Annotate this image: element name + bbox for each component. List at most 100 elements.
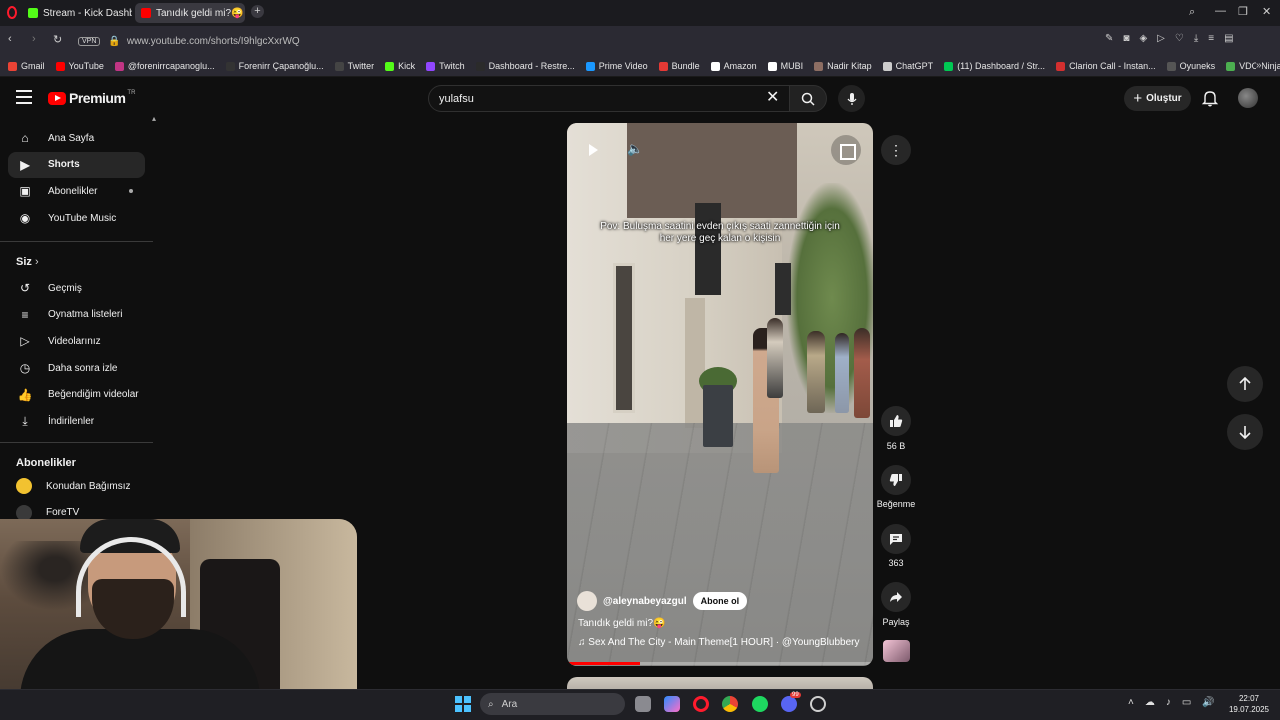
video-title[interactable]: Tanıdık geldi mi?😜 (578, 618, 666, 629)
bookmark-item[interactable]: Gmail (8, 61, 45, 71)
bookmark-item[interactable]: ChatGPT (882, 61, 933, 71)
volume-icon[interactable]: 🔈 (627, 141, 643, 157)
bookmark-item[interactable]: Forenirr Çapanoğlu... (225, 61, 324, 71)
taskbar-clock[interactable]: 22:07 19.07.2025 (1224, 693, 1274, 715)
section-you[interactable]: Siz › (16, 256, 39, 268)
shorts-video-player[interactable]: Pov: Buluşma saatini evden çıkış saati z… (567, 123, 873, 666)
minimize-icon[interactable]: — (1215, 5, 1226, 17)
sidebar-item[interactable]: ▶ Shorts (8, 151, 145, 178)
sidebar-item[interactable]: ▷ Videolarınız (8, 328, 145, 354)
previous-short-button[interactable] (1227, 366, 1263, 402)
app-icon[interactable] (810, 696, 826, 712)
hamburger-menu-icon[interactable] (16, 90, 32, 104)
sidebar-scroll-up-icon[interactable]: ▴ (152, 114, 156, 123)
discord-icon[interactable] (781, 696, 797, 712)
bookmarks-more-icon[interactable]: » (1256, 60, 1262, 71)
bookmark-item[interactable]: Kick (385, 61, 415, 71)
sidebar-item[interactable]: ⌂ Ana Sayfa (8, 125, 145, 151)
url-text: www.youtube.com/shorts/I9hlgcXxrWQ (126, 35, 300, 47)
clear-search-icon[interactable]: ✕ (766, 90, 782, 106)
tray-mic-icon[interactable]: ♪ (1166, 697, 1171, 708)
tray-volume-icon[interactable]: 🔊 (1202, 697, 1214, 708)
search-input[interactable]: yulafsu (428, 85, 790, 112)
taskbar-search[interactable]: ⌕ Ara (480, 693, 625, 715)
close-window-icon[interactable]: ✕ (1262, 5, 1271, 18)
search-tabs-icon[interactable]: ⌕ (1189, 6, 1195, 19)
download-icon[interactable]: ⤓ (1194, 33, 1198, 44)
bookmark-label: Kick (398, 61, 416, 71)
task-view-icon[interactable] (635, 696, 651, 712)
bookmark-item[interactable]: Dashboard - Restre... (475, 61, 575, 71)
opera-logo[interactable] (7, 6, 17, 19)
sidebar-item[interactable]: ≡ Oynatma listeleri (8, 302, 145, 328)
tray-chevron-icon[interactable]: ˄ (1128, 697, 1134, 708)
account-avatar[interactable] (1238, 88, 1258, 108)
bookmark-item[interactable]: YouTube (55, 61, 104, 71)
more-options-button[interactable]: ⋮ (881, 135, 911, 165)
playlists-icon: ≡ (21, 307, 29, 322)
bookmark-item[interactable]: Clarion Call - Instan... (1056, 61, 1156, 71)
bookmark-item[interactable]: Twitch (426, 61, 465, 71)
play-icon[interactable]: ▷ (1157, 33, 1165, 44)
notifications-button[interactable] (1200, 88, 1220, 108)
tray-display-icon[interactable]: ▭ (1182, 697, 1191, 708)
menu-icon[interactable]: ≡ (1208, 33, 1214, 44)
channel-name[interactable]: @aleynabeyazgul (603, 596, 687, 607)
like-button[interactable] (881, 406, 911, 436)
fullscreen-button[interactable] (831, 135, 861, 165)
copilot-icon[interactable] (664, 696, 680, 712)
bookmark-item[interactable]: MUBI (767, 61, 803, 71)
sound-thumbnail[interactable] (883, 640, 910, 662)
back-icon[interactable]: ‹ (8, 33, 12, 45)
bookmark-item[interactable]: Amazon (710, 61, 757, 71)
progress-bar[interactable] (567, 662, 873, 665)
opera-taskbar-icon[interactable] (693, 696, 709, 712)
sidebar-item[interactable]: ◷ Daha sonra izle (8, 355, 145, 381)
bookmark-item[interactable]: @forenirrcapanoglu... (114, 61, 215, 71)
tab-youtube-short[interactable]: Tanıdık geldi mi?😜 (135, 3, 245, 23)
spotify-icon[interactable] (752, 696, 768, 712)
bookmark-item[interactable]: Prime Video (585, 61, 648, 71)
tab-kick-dashboard[interactable]: Stream - Kick Dashboard (22, 3, 132, 23)
new-tab-icon[interactable]: + (251, 5, 264, 18)
sidebar-item[interactable]: ↺ Geçmiş (8, 275, 145, 301)
url-field[interactable]: VPN 🔒 www.youtube.com/shorts/I9hlgcXxrWQ (78, 33, 1253, 49)
subscribe-button[interactable]: Abone ol (692, 592, 748, 610)
search-button[interactable] (789, 85, 827, 112)
tray-cloud-icon[interactable]: ☁ (1145, 697, 1155, 708)
bookmark-item[interactable]: Nadir Kitap (814, 61, 872, 71)
reload-icon[interactable]: ↻ (53, 33, 62, 46)
bookmark-favicon-icon (385, 61, 395, 71)
windows-start-icon[interactable] (455, 696, 471, 712)
dislike-button[interactable] (881, 465, 911, 495)
shield-icon[interactable]: ◈ (1139, 33, 1147, 44)
play-button[interactable] (581, 139, 605, 161)
voice-search-button[interactable] (838, 85, 865, 112)
edit-icon[interactable]: ✎ (1105, 33, 1113, 44)
comments-button[interactable] (881, 524, 911, 554)
sidebar-item[interactable]: 👍 Beğendiğim videolar (8, 382, 145, 408)
share-button[interactable] (881, 582, 911, 612)
bookmark-item[interactable]: Twitter (334, 61, 374, 71)
vpn-badge[interactable]: VPN (78, 36, 101, 46)
sidebar-item[interactable]: Konudan Bağımsız (8, 473, 145, 499)
bookmark-item[interactable]: Bundle (658, 61, 700, 71)
forward-icon[interactable]: › (32, 33, 36, 45)
next-short-button[interactable] (1227, 414, 1263, 450)
youtube-premium-logo[interactable]: Premium TR (48, 90, 135, 106)
bookmark-item[interactable]: (11) Dashboard / Str... (944, 61, 1045, 71)
chrome-icon[interactable] (722, 696, 738, 712)
sidebar-item[interactable]: ◉ YouTube Music (8, 205, 145, 231)
camera-icon[interactable]: ◙ (1123, 33, 1129, 44)
video-banner (695, 203, 721, 295)
bookmark-item[interactable]: VDO.Ninja (1226, 61, 1280, 71)
sidebar-item[interactable]: ▣ Abonelikler (8, 178, 145, 204)
channel-avatar[interactable] (577, 591, 597, 611)
create-button[interactable]: + Oluştur (1124, 86, 1191, 111)
sidebar-item[interactable]: ⤓ İndirilenler (8, 409, 145, 435)
heart-icon[interactable]: ♡ (1175, 33, 1184, 44)
bookmark-item[interactable]: Oyuneks (1166, 61, 1215, 71)
extensions-icon[interactable]: ▤ (1224, 33, 1233, 44)
maximize-icon[interactable]: ❐ (1238, 5, 1248, 18)
music-link[interactable]: ♫ Sex And The City - Main Theme[1 HOUR] … (578, 637, 859, 648)
